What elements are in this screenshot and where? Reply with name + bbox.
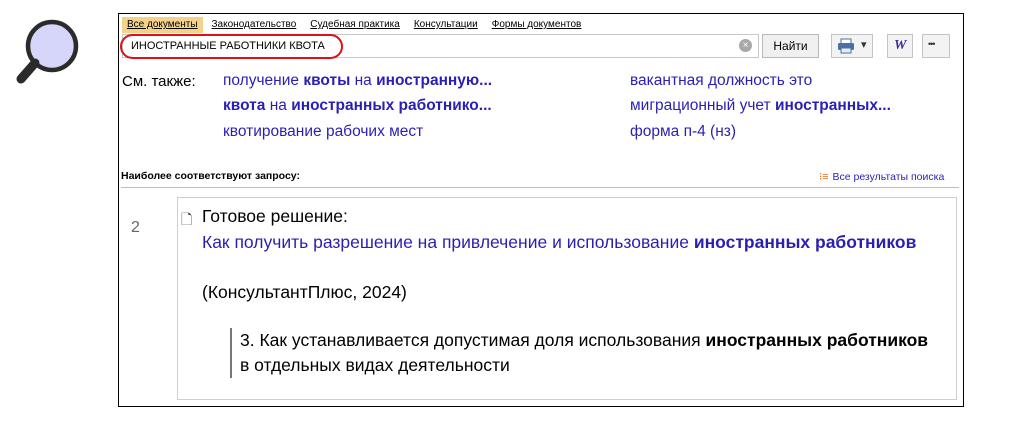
clear-icon[interactable]: × bbox=[739, 39, 752, 52]
tab-document-forms[interactable]: Формы документов bbox=[487, 17, 587, 33]
magnifier-icon bbox=[16, 19, 79, 84]
divider bbox=[121, 187, 959, 188]
search-input[interactable] bbox=[131, 38, 731, 54]
word-export-button[interactable]: W bbox=[887, 34, 913, 58]
see-also-link[interactable]: квотирование рабочих мест bbox=[223, 123, 423, 141]
see-also-label: См. также: bbox=[122, 73, 196, 90]
see-also-link[interactable]: миграционный учет иностранных... bbox=[630, 97, 891, 115]
result-link[interactable]: Как получить разрешение на привлечение и… bbox=[202, 230, 937, 255]
printer-icon bbox=[838, 38, 854, 54]
result-source: (КонсультантПлюс, 2024) bbox=[202, 282, 407, 302]
document-icon: 🗋 bbox=[181, 211, 193, 227]
search-box: × bbox=[122, 34, 759, 58]
more-button[interactable]: ••• bbox=[922, 34, 950, 58]
more-icon: ••• bbox=[928, 39, 936, 49]
find-button[interactable]: Найти bbox=[762, 34, 819, 58]
tab-court-practice[interactable]: Судебная практика bbox=[305, 17, 405, 33]
list-icon: ⁝≡ bbox=[819, 171, 829, 183]
word-icon: W bbox=[894, 38, 907, 53]
result-card: 🗋 Готовое решение: Как получить разрешен… bbox=[177, 197, 957, 400]
see-also-link[interactable]: квота на иностранных работнико... bbox=[223, 97, 492, 115]
result-type: Готовое решение: bbox=[202, 206, 348, 226]
all-results-link[interactable]: ⁝≡ Все результаты поиска bbox=[819, 171, 944, 183]
result-number: 2 bbox=[131, 219, 140, 236]
see-also-link[interactable]: получение квоты на иностранную... bbox=[223, 72, 492, 90]
tab-all-documents[interactable]: Все документы bbox=[122, 17, 203, 33]
tab-consultations[interactable]: Консультации bbox=[409, 17, 483, 33]
chevron-down-icon[interactable]: ▾ bbox=[861, 38, 867, 51]
tab-legislation[interactable]: Законодательство bbox=[207, 17, 302, 33]
best-match-heading: Наиболее соответствуют запросу: bbox=[121, 170, 300, 182]
search-tabs: Все документы Законодательство Судебная … bbox=[122, 17, 590, 33]
print-button[interactable]: ▾ bbox=[831, 34, 873, 58]
result-excerpt[interactable]: 3. Как устанавливается допустимая доля и… bbox=[230, 328, 930, 378]
see-also-link[interactable]: форма п-4 (нз) bbox=[630, 123, 736, 141]
search-panel: Все документы Законодательство Судебная … bbox=[118, 13, 964, 407]
see-also-link[interactable]: вакантная должность это bbox=[630, 72, 812, 90]
